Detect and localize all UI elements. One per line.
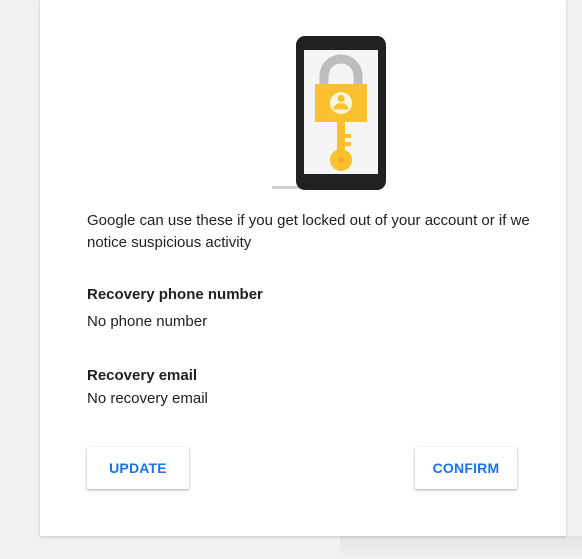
recovery-phone-value: No phone number xyxy=(87,313,208,330)
recovery-email-title: Recovery email xyxy=(87,367,198,384)
recovery-info-card: Google can use these if you get locked o… xyxy=(40,0,566,536)
recovery-description: Google can use these if you get locked o… xyxy=(87,212,530,251)
page-background-shadow xyxy=(340,536,582,559)
confirm-button[interactable]: CONFIRM xyxy=(415,447,517,489)
recovery-phone-title: Recovery phone number xyxy=(87,286,263,303)
recovery-email-value: No recovery email xyxy=(87,390,208,407)
update-button[interactable]: UPDATE xyxy=(87,447,189,489)
phone-lock-key-icon xyxy=(272,36,386,190)
